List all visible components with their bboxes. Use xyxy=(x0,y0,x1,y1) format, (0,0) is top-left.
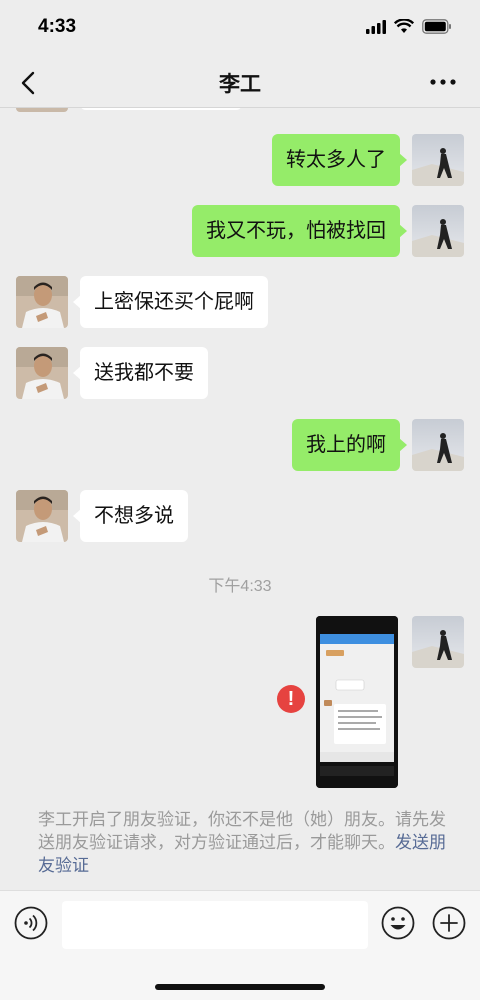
avatar-self[interactable] xyxy=(412,419,464,471)
message-bubble-theirs[interactable]: 上密保还买个屁啊 xyxy=(73,276,268,328)
emoji-button[interactable] xyxy=(381,906,415,940)
message-input[interactable] xyxy=(62,901,368,949)
wifi-icon xyxy=(394,19,414,33)
message-bubble-theirs[interactable]: 送我都不要 xyxy=(73,347,208,399)
voice-icon xyxy=(14,906,48,940)
image-message-thumbnail[interactable] xyxy=(316,616,398,788)
contact-avatar-image xyxy=(16,490,68,542)
chat-timestamp: 下午4:33 xyxy=(208,578,272,595)
plus-icon xyxy=(432,906,466,940)
message-bubble-mine[interactable]: 我又不玩，怕被找回 xyxy=(192,205,407,257)
more-dots-icon xyxy=(430,79,456,85)
signal-icon xyxy=(366,19,386,34)
status-icons xyxy=(366,19,452,34)
avatar-contact[interactable] xyxy=(16,347,68,399)
message-bubble-theirs[interactable]: 不想多说 xyxy=(73,490,188,542)
chat-title: 李工 xyxy=(219,73,261,96)
self-avatar-image xyxy=(412,419,464,471)
avatar-self[interactable] xyxy=(412,134,464,186)
battery-icon xyxy=(422,19,451,34)
more-button[interactable] xyxy=(428,70,458,94)
message-bubble-mine[interactable]: 我上的啊 xyxy=(292,419,407,471)
self-avatar-image xyxy=(412,205,464,257)
previous-message-partial xyxy=(80,108,242,110)
message-bubble-mine[interactable]: 转太多人了 xyxy=(272,134,407,186)
contact-avatar-image xyxy=(16,347,68,399)
contact-avatar-image xyxy=(16,276,68,328)
system-notice-text: 李工开启了朋友验证，你还不是他（她）朋友。请先发送朋友验证请求，对方验证通过后，… xyxy=(38,810,446,852)
status-time: 4:33 xyxy=(38,16,77,37)
plus-button[interactable] xyxy=(432,906,466,940)
avatar-contact-partial xyxy=(16,108,68,112)
status-bar: 4:33 xyxy=(0,0,480,56)
self-avatar-image xyxy=(412,616,464,668)
self-avatar-image xyxy=(412,134,464,186)
system-notice: 李工开启了朋友验证，你还不是他（她）朋友。请先发送朋友验证请求，对方验证通过后，… xyxy=(38,808,450,877)
home-indicator xyxy=(155,984,325,990)
avatar-contact[interactable] xyxy=(16,276,68,328)
avatar-self[interactable] xyxy=(412,205,464,257)
chat-area[interactable]: 转太多人了 我又不玩，怕被找回 上密保还买个屁啊 送我都不要 我上的啊 不想多说… xyxy=(0,108,480,892)
screenshot-thumbnail-image xyxy=(316,616,398,788)
emoji-icon xyxy=(381,906,415,940)
avatar-contact[interactable] xyxy=(16,490,68,542)
voice-button[interactable] xyxy=(14,906,48,940)
nav-bar: 李工 xyxy=(0,56,480,108)
avatar-self[interactable] xyxy=(412,616,464,668)
error-icon[interactable]: ! xyxy=(277,685,305,713)
